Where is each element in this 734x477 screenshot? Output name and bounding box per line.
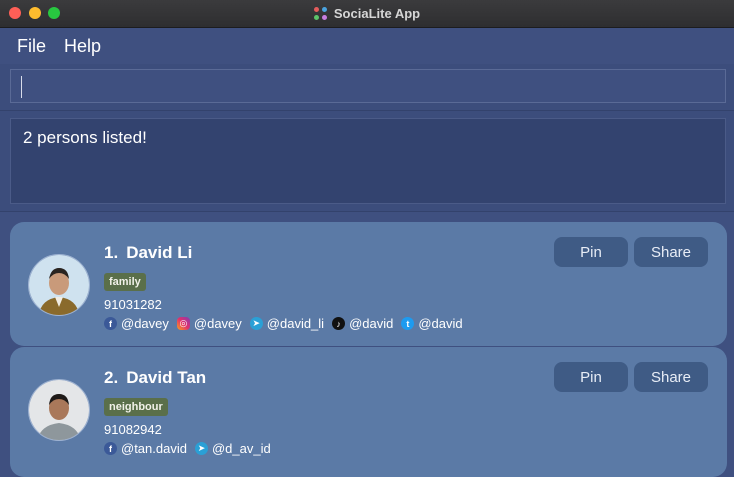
command-box-area — [0, 64, 734, 111]
twitter-icon: t — [401, 317, 415, 330]
tag-badge: neighbour — [104, 398, 168, 416]
social-handle: @davey — [121, 316, 169, 331]
person-card[interactable]: 2. David Tan neighbour 91082942 f @tan.dav… — [10, 347, 727, 477]
person-index: 2. — [104, 368, 119, 387]
social-item: t @david — [401, 316, 463, 331]
social-item: ♪ @david — [332, 316, 393, 331]
social-handles: f @davey ◎ @davey ➤ @david_li ♪ @david t @dav… — [104, 316, 467, 331]
result-display: 2 persons listed! — [10, 118, 726, 204]
social-handle: @d_av_id — [211, 441, 271, 456]
pin-button[interactable]: Pin — [554, 237, 628, 267]
menu-bar: File Help — [0, 28, 734, 64]
phone-number: 91082942 — [104, 422, 162, 437]
window-title: SociaLite App — [333, 6, 421, 21]
title-bar: SociaLite App — [0, 0, 734, 28]
instagram-icon: ◎ — [176, 317, 190, 330]
telegram-icon: ➤ — [249, 317, 263, 330]
result-message: 2 persons listed! — [23, 128, 147, 147]
tiktok-icon: ♪ — [332, 317, 346, 330]
person-card[interactable]: 1. David Li family 91031282 f @davey ◎ @dav… — [10, 222, 727, 346]
facebook-icon: f — [104, 442, 117, 455]
social-item: ➤ @d_av_id — [194, 441, 271, 456]
avatar — [28, 379, 90, 441]
social-item: ➤ @david_li — [249, 316, 325, 331]
social-item: f @davey — [104, 316, 169, 331]
avatar — [28, 254, 90, 316]
facebook-icon: f — [104, 317, 117, 330]
social-handle: @davey — [193, 316, 242, 331]
person-list[interactable]: 1. David Li family 91031282 f @davey ◎ @dav… — [0, 212, 734, 477]
person-name-row: 1. David Li — [104, 243, 200, 263]
telegram-icon: ➤ — [194, 442, 208, 455]
social-item: ◎ @davey — [176, 316, 242, 331]
person-index: 1. — [104, 243, 119, 262]
tag-badge: family — [104, 273, 146, 291]
social-item: f @tan.david — [104, 441, 187, 456]
share-button[interactable]: Share — [634, 362, 708, 392]
phone-number: 91031282 — [104, 297, 162, 312]
app-icon — [313, 6, 328, 21]
command-input[interactable] — [10, 69, 726, 103]
social-handle: @tan.david — [121, 441, 187, 456]
social-handle: @david_li — [266, 316, 325, 331]
person-name: David Li — [126, 243, 193, 262]
window-title-group: SociaLite App — [0, 0, 734, 27]
menu-file[interactable]: File — [17, 36, 46, 57]
person-name-row: 2. David Tan — [104, 368, 214, 388]
share-button[interactable]: Share — [634, 237, 708, 267]
text-caret — [21, 76, 22, 98]
social-handles: f @tan.david ➤ @d_av_id — [104, 441, 275, 456]
pin-button[interactable]: Pin — [554, 362, 628, 392]
result-display-area: 2 persons listed! — [0, 111, 734, 212]
menu-help[interactable]: Help — [64, 36, 101, 57]
person-name: David Tan — [126, 368, 207, 387]
social-handle: @david — [418, 316, 463, 331]
social-handle: @david — [349, 316, 394, 331]
